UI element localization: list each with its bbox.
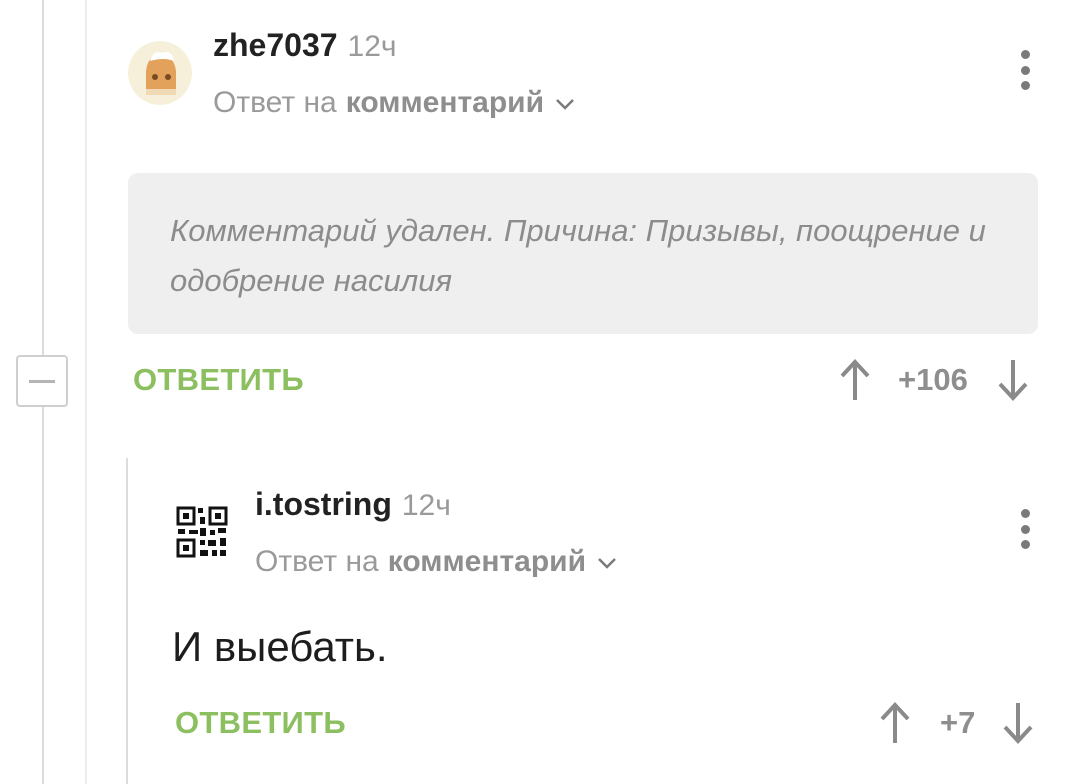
arrow-up-icon[interactable] bbox=[878, 701, 912, 745]
thread-line-level-2 bbox=[85, 0, 87, 784]
vote-controls: +106 bbox=[838, 358, 1030, 402]
thread-line-outer-lower bbox=[42, 407, 44, 784]
reply-to-target[interactable]: комментарий bbox=[346, 86, 544, 120]
thread-line-level-3 bbox=[126, 458, 128, 784]
reply-to-prefix: Ответ на bbox=[255, 545, 379, 578]
chevron-down-icon[interactable] bbox=[554, 97, 576, 111]
collapse-minus-icon bbox=[29, 379, 55, 383]
more-vertical-icon[interactable] bbox=[1010, 505, 1040, 553]
user-avatar[interactable] bbox=[128, 41, 192, 105]
comment-body: И выебать. bbox=[172, 623, 388, 670]
reply-button[interactable]: ОТВЕТИТЬ bbox=[133, 362, 304, 398]
deleted-comment-notice: Комментарий удален. Причина: Призывы, по… bbox=[128, 173, 1038, 334]
arrow-down-icon[interactable] bbox=[1001, 701, 1035, 745]
more-vertical-icon[interactable] bbox=[1010, 46, 1040, 94]
comment-time: 12ч bbox=[401, 489, 451, 522]
vote-controls: +7 bbox=[878, 701, 1035, 745]
comment-author[interactable]: zhe7037 12ч bbox=[213, 27, 397, 64]
author-name[interactable]: i.tostring bbox=[255, 486, 392, 522]
reply-button[interactable]: ОТВЕТИТЬ bbox=[175, 705, 346, 741]
thread-line-outer bbox=[42, 0, 44, 355]
arrow-down-icon[interactable] bbox=[996, 358, 1030, 402]
chevron-down-icon[interactable] bbox=[596, 556, 618, 570]
reply-to-link[interactable]: Ответ на комментарий bbox=[255, 545, 618, 579]
reply-to-target[interactable]: комментарий bbox=[388, 545, 586, 579]
comment-score: +106 bbox=[898, 362, 968, 397]
comment-score: +7 bbox=[940, 705, 976, 740]
collapse-thread-button[interactable] bbox=[16, 355, 68, 407]
user-avatar[interactable] bbox=[170, 500, 234, 564]
reply-to-prefix: Ответ на bbox=[213, 86, 337, 119]
author-name[interactable]: zhe7037 bbox=[213, 27, 338, 63]
comment-time: 12ч bbox=[347, 30, 397, 63]
comment-author[interactable]: i.tostring 12ч bbox=[255, 486, 451, 523]
reply-to-link[interactable]: Ответ на комментарий bbox=[213, 86, 576, 120]
arrow-up-icon[interactable] bbox=[838, 358, 872, 402]
